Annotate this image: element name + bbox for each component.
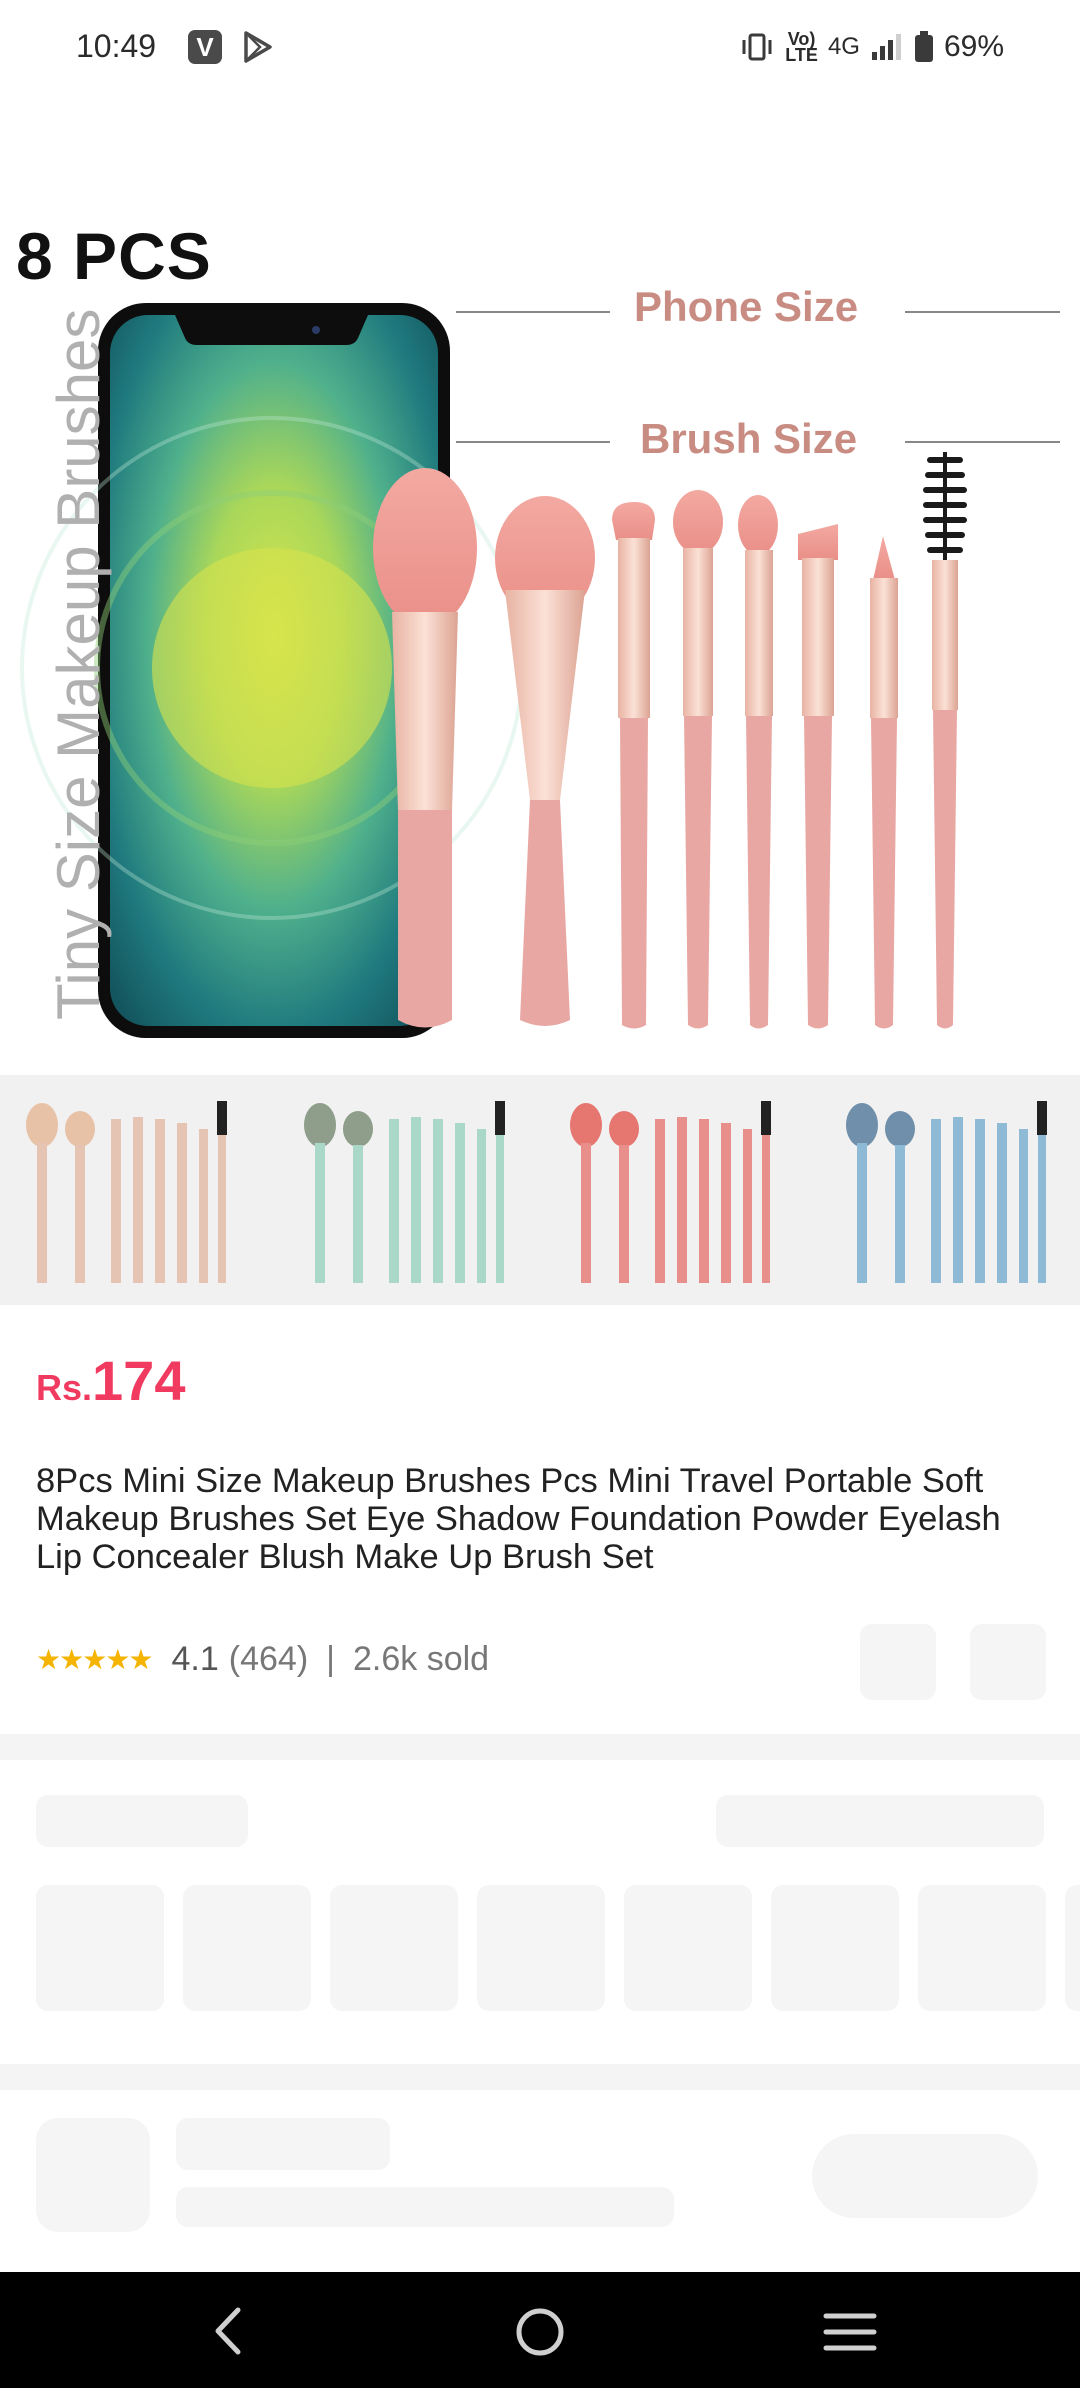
rating-value: 4.1 bbox=[171, 1640, 219, 1678]
wishlist-button-placeholder[interactable] bbox=[860, 1624, 936, 1700]
thumbnail-image bbox=[570, 1101, 771, 1283]
skeleton-avatar bbox=[36, 2118, 150, 2232]
volte-icon: Vo) LTE bbox=[785, 29, 818, 65]
phone-size-label: Phone Size bbox=[634, 283, 859, 330]
hero-side-text: Tiny Size Makeup Brushes bbox=[45, 308, 112, 1020]
section-divider bbox=[0, 1734, 1080, 1760]
thumbnail-image bbox=[304, 1101, 505, 1283]
battery-percent: 69% bbox=[943, 30, 1004, 63]
skeleton-line bbox=[176, 2187, 674, 2227]
rating-row[interactable]: ★★★★★ 4.1 (464) | 2.6k sold bbox=[36, 1640, 489, 1679]
section-divider bbox=[0, 2064, 1080, 2090]
skeleton-variant bbox=[330, 1885, 458, 2011]
thumbnail-green[interactable] bbox=[290, 1095, 510, 1291]
home-icon[interactable] bbox=[514, 2306, 566, 2358]
thumbnail-blue[interactable] bbox=[832, 1095, 1052, 1291]
review-count: (464) bbox=[228, 1640, 309, 1678]
signal-icon bbox=[871, 34, 901, 60]
price-currency: Rs. bbox=[36, 1367, 93, 1408]
thumbnail-peach[interactable] bbox=[12, 1095, 232, 1291]
separator: | bbox=[326, 1640, 335, 1678]
skeleton-variant bbox=[183, 1885, 311, 2011]
skeleton-label bbox=[716, 1795, 1044, 1847]
skeleton-variant bbox=[1065, 1885, 1080, 2011]
hero-illustration bbox=[20, 303, 1060, 1038]
thumbnail-image bbox=[846, 1101, 1047, 1283]
skeleton-line bbox=[176, 2118, 390, 2170]
system-nav-bar bbox=[0, 2272, 1080, 2388]
brushes bbox=[373, 452, 967, 1029]
status-icons: Vo) LTE 4G 69% bbox=[739, 30, 1004, 64]
skeleton-label bbox=[36, 1795, 248, 1847]
clock: 10:49 bbox=[76, 28, 157, 64]
sold-count: 2.6k sold bbox=[353, 1640, 490, 1678]
vibrate-icon bbox=[742, 33, 772, 61]
share-button-placeholder[interactable] bbox=[970, 1624, 1046, 1700]
battery-icon bbox=[914, 31, 933, 62]
skeleton-variant bbox=[36, 1885, 164, 2011]
play-store-icon bbox=[244, 31, 272, 63]
back-icon[interactable] bbox=[208, 2306, 248, 2356]
variant-thumbnails bbox=[0, 1075, 1080, 1305]
brush-size-label: Brush Size bbox=[640, 415, 858, 462]
product-title: 8Pcs Mini Size Makeup Brushes Pcs Mini T… bbox=[36, 1462, 1001, 1576]
skeleton-variant bbox=[477, 1885, 605, 2011]
skeleton-variant bbox=[624, 1885, 752, 2011]
product-main-image[interactable]: 8 PCS Tiny Size Makeup Brushes Phone Siz… bbox=[0, 195, 1080, 1075]
product-price: Rs.174 bbox=[36, 1348, 185, 1413]
price-amount: 174 bbox=[92, 1349, 186, 1412]
skeleton-button bbox=[812, 2134, 1038, 2218]
skeleton-variant bbox=[918, 1885, 1046, 2011]
thumbnail-image bbox=[26, 1101, 227, 1283]
thumbnail-red[interactable] bbox=[556, 1095, 776, 1291]
star-rating-icon: ★★★★★ bbox=[36, 1644, 154, 1675]
status-bar: 10:49 V Vo) LTE 4G 69% bbox=[0, 0, 1080, 100]
hero-title: 8 PCS bbox=[16, 219, 212, 293]
skeleton-variant bbox=[771, 1885, 899, 2011]
recents-menu-icon[interactable] bbox=[822, 2310, 878, 2354]
v-app-icon: V bbox=[188, 30, 222, 64]
network-type: 4G bbox=[827, 33, 860, 60]
